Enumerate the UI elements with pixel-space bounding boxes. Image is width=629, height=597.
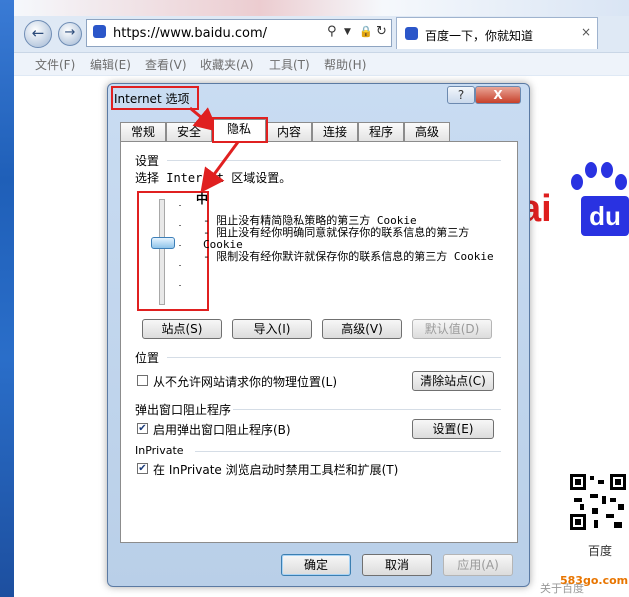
location-checkbox[interactable] — [137, 375, 148, 386]
slider-tick — [179, 225, 181, 226]
menu-favorites[interactable]: 收藏夹(A) — [200, 56, 254, 73]
baidu-logo-du: du — [581, 196, 629, 236]
privacy-level: 中 — [196, 192, 209, 206]
slider-tick — [179, 245, 181, 246]
popup-checkbox-label: 启用弹出窗口阻止程序(B) — [153, 423, 291, 437]
slider-tick — [179, 285, 181, 286]
inprivate-checkbox[interactable]: ✔ — [137, 463, 148, 474]
zone-instruction: 选择 Internet 区域设置。 — [135, 171, 292, 185]
menu-file[interactable]: 文件(F) — [35, 56, 75, 73]
forward-arrow-icon: → — [64, 25, 76, 40]
slider-tick — [179, 265, 181, 266]
lock-icon[interactable]: 🔒 — [359, 25, 373, 38]
tab-bar: 常规 安全 隐私 内容 连接 程序 高级 — [120, 119, 518, 142]
forward-button[interactable]: → — [58, 22, 82, 46]
cancel-button[interactable]: 取消 — [362, 554, 432, 576]
description-line: - 限制没有经你默许就保存你的联系信息的第三方 Cookie — [203, 250, 494, 263]
description-line: - 阻止没有经你明确同意就保存你的联系信息的第三方 Cookie — [203, 226, 470, 251]
qr-caption: 百度 — [588, 544, 613, 558]
tab-programs[interactable]: 程序 — [358, 122, 404, 141]
address-url: https://www.baidu.com/ — [113, 26, 268, 41]
advanced-button[interactable]: 高级(V) — [322, 319, 402, 339]
address-bar[interactable]: https://www.baidu.com/ ⚲ ▼ 🔒 ↻ — [86, 19, 392, 47]
menu-edit[interactable]: 编辑(E) — [90, 56, 131, 73]
settings-group-label: 设置 — [135, 154, 160, 168]
site-favicon-icon — [93, 25, 106, 38]
menu-tools[interactable]: 工具(T) — [269, 56, 310, 73]
tab-favicon-icon — [405, 27, 418, 40]
tab-general[interactable]: 常规 — [120, 122, 166, 141]
browser-tab[interactable]: 百度一下，你就知道 × — [396, 17, 598, 49]
background-window-strip — [14, 0, 629, 16]
default-button[interactable]: 默认值(D) — [412, 319, 492, 339]
tab-advanced[interactable]: 高级 — [404, 122, 450, 141]
inprivate-checkbox-label: 在 InPrivate 浏览启动时禁用工具栏和扩展(T) — [153, 463, 399, 477]
menu-view[interactable]: 查看(V) — [145, 56, 187, 73]
privacy-slider-thumb[interactable] — [151, 236, 175, 249]
menu-bar: 文件(F) 编辑(E) 查看(V) 收藏夹(A) 工具(T) 帮助(H) — [14, 52, 629, 75]
close-button[interactable]: X — [475, 86, 521, 104]
checkmark-icon: ✔ — [138, 463, 147, 474]
location-group-label: 位置 — [135, 351, 160, 365]
search-icon[interactable]: ⚲ — [327, 24, 337, 39]
location-divider — [167, 357, 501, 358]
menu-help[interactable]: 帮助(H) — [324, 56, 366, 73]
tab-content[interactable]: 内容 — [266, 122, 312, 141]
privacy-panel: 设置 选择 Internet 区域设置。 中 - 阻止没有精简隐私策略的第三方 … — [120, 141, 518, 543]
slider-annotation-box — [137, 191, 209, 311]
ok-button[interactable]: 确定 — [281, 554, 351, 576]
clear-sites-button[interactable]: 清除站点(C) — [412, 371, 494, 391]
apply-button[interactable]: 应用(A) — [443, 554, 513, 576]
import-button[interactable]: 导入(I) — [232, 319, 312, 339]
refresh-icon[interactable]: ↻ — [376, 24, 387, 39]
qr-code-icon — [570, 474, 626, 530]
tab-title: 百度一下，你就知道 — [425, 29, 534, 43]
help-button[interactable]: ? — [447, 86, 475, 104]
title-annotation-box — [111, 86, 199, 110]
desktop-background — [0, 0, 14, 597]
inprivate-group-label: InPrivate — [135, 444, 184, 457]
location-checkbox-label: 从不允许网站请求你的物理位置(L) — [153, 375, 338, 389]
level-description: - 阻止没有精简隐私策略的第三方 Cookie - 阻止没有经你明确同意就保存你… — [203, 215, 503, 263]
popup-settings-button[interactable]: 设置(E) — [412, 419, 494, 439]
inprivate-divider — [195, 451, 501, 452]
tab-close-icon[interactable]: × — [581, 25, 591, 39]
checkmark-icon: ✔ — [138, 423, 147, 434]
privacy-tab-annotation-box — [212, 117, 268, 143]
popup-group-label: 弹出窗口阻止程序 — [135, 403, 232, 417]
popup-divider — [233, 409, 501, 410]
sites-button[interactable]: 站点(S) — [142, 319, 222, 339]
back-arrow-icon: ← — [31, 24, 45, 42]
watermark: 583go.com — [560, 574, 629, 587]
popup-blocker-checkbox[interactable]: ✔ — [137, 423, 148, 434]
back-button[interactable]: ← — [24, 20, 52, 48]
settings-divider — [167, 160, 501, 161]
dropdown-arrow-icon[interactable]: ▼ — [344, 27, 351, 37]
tab-connections[interactable]: 连接 — [312, 122, 358, 141]
tab-security[interactable]: 安全 — [166, 122, 212, 141]
privacy-slider-track[interactable] — [159, 199, 165, 305]
slider-tick — [179, 205, 181, 206]
internet-options-dialog: Internet 选项 ? X 常规 安全 隐私 内容 连接 程序 高级 设置 … — [107, 83, 530, 587]
